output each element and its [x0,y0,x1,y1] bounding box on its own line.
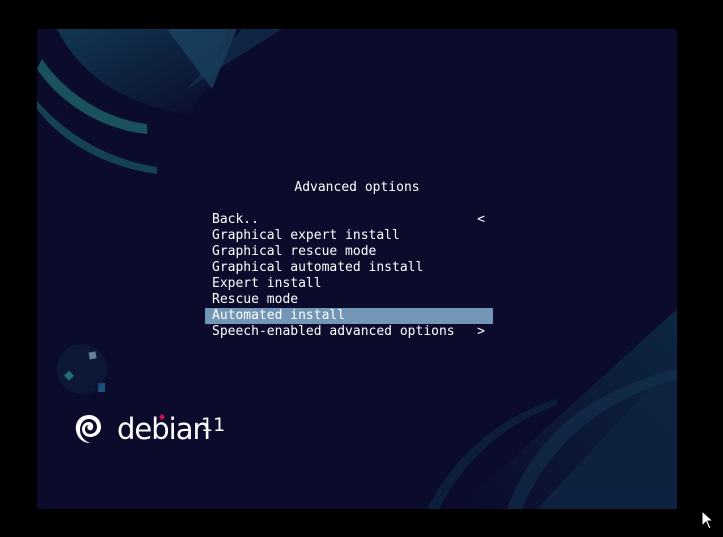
advanced-options-menu: Back.. < Graphical expert install Graphi… [205,212,493,340]
menu-item-label: Graphical expert install [212,228,400,243]
menu-item-label: Graphical rescue mode [212,244,377,259]
menu-item-automated-install[interactable]: Automated install [205,308,493,324]
debian-logo: debian 11 [73,409,273,449]
menu-item-label: Automated install [212,308,346,323]
menu-title: Advanced options [294,180,420,195]
menu-item-rescue-mode[interactable]: Rescue mode [205,292,493,308]
menu-item-graphical-expert-install[interactable]: Graphical expert install [205,228,493,244]
menu-item-expert-install[interactable]: Expert install [205,276,493,292]
menu-item-graphical-automated-install[interactable]: Graphical automated install [205,260,493,276]
logo-dot-icon [159,414,165,420]
menu-item-label: Back.. [212,212,259,227]
menu-item-graphical-rescue-mode[interactable]: Graphical rescue mode [205,244,493,260]
menu-item-back[interactable]: Back.. < [205,212,493,228]
menu-item-label: Rescue mode [212,292,299,307]
debian-version: 11 [201,414,226,436]
menu-item-label: Expert install [212,276,322,291]
chevron-right-icon: > [477,324,485,339]
menu-item-speech-enabled-advanced-options[interactable]: Speech-enabled advanced options > [205,324,493,340]
mouse-pointer-icon [701,510,715,530]
debian-swirl-icon [75,415,101,443]
boot-screen: Advanced options Back.. < Graphical expe… [37,29,677,509]
menu-item-label: Graphical automated install [212,260,424,275]
chevron-left-icon: < [477,212,485,227]
menu-item-label: Speech-enabled advanced options [212,324,455,339]
